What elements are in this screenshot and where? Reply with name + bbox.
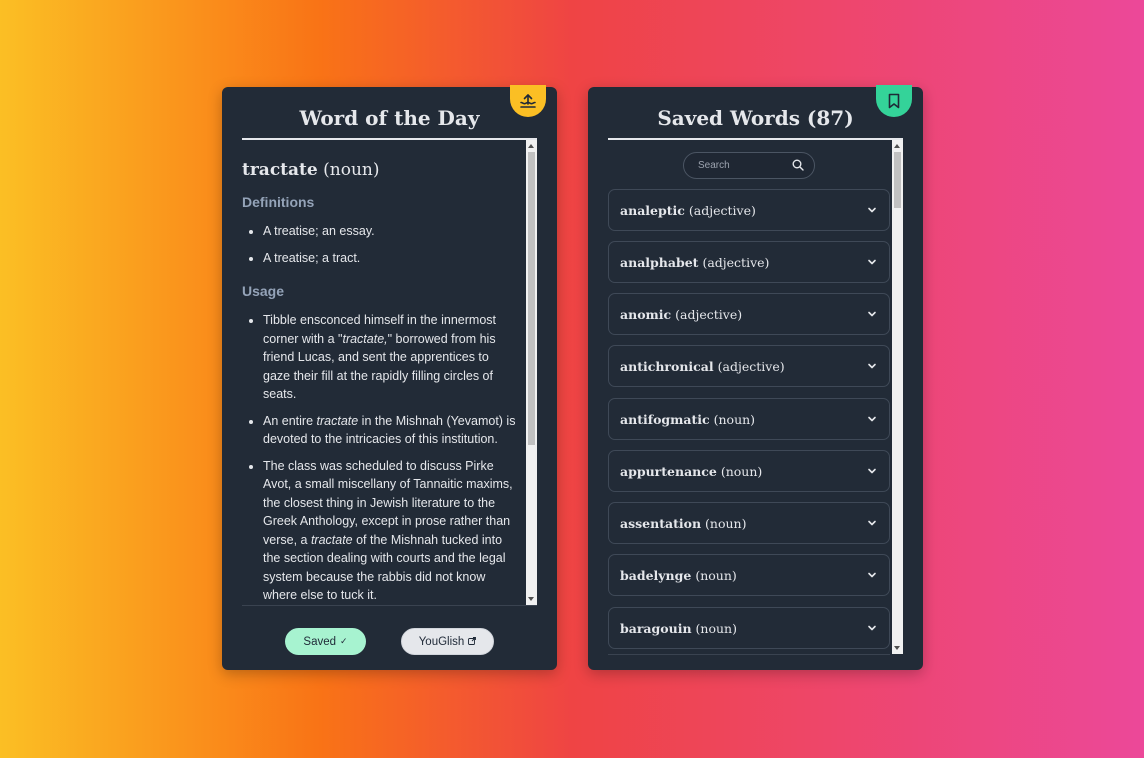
saved-word-item[interactable]: assentation (noun) — [608, 502, 890, 544]
saved-word-item[interactable]: baragouin (noun) — [608, 607, 890, 649]
usage-item: Tibble ensconced himself in the innermos… — [263, 311, 517, 404]
definitions-heading: Definitions — [242, 194, 315, 210]
saved-word-pos: (noun) — [713, 411, 756, 427]
external-link-icon — [468, 636, 477, 648]
usage-item: The class was scheduled to discuss Pirke… — [263, 457, 517, 605]
chevron-down-icon[interactable] — [867, 257, 877, 267]
saved-word-pos: (noun) — [720, 463, 763, 479]
scroll-thumb[interactable] — [528, 152, 535, 445]
definition-item: A treatise; an essay. — [263, 222, 517, 241]
saved-word-item[interactable]: analeptic (adjective) — [608, 189, 890, 231]
chevron-down-icon[interactable] — [867, 361, 877, 371]
saved-word-item[interactable]: antichronical (adjective) — [608, 345, 890, 387]
saved-word: antifogmatic — [620, 411, 710, 427]
saved-word-pos: (noun) — [705, 515, 747, 531]
list-divider — [608, 654, 890, 655]
scroll-up-arrow[interactable] — [528, 144, 534, 148]
saved-word-item[interactable]: analphabet (adjective) — [608, 241, 890, 283]
saved-word-pos: (noun) — [695, 567, 737, 583]
saved-word-pos: (adjective) — [688, 202, 756, 218]
usage-emphasis: tractate — [310, 532, 353, 547]
youglish-button[interactable]: YouGlish — [401, 628, 494, 655]
usage-text: An entire — [263, 413, 317, 428]
usage-heading: Usage — [242, 283, 285, 299]
saved-word: anomic — [620, 306, 672, 322]
card-title: Word of the Day — [242, 104, 537, 140]
chevron-down-icon[interactable] — [867, 205, 877, 215]
chevron-down-icon[interactable] — [867, 309, 877, 319]
chevron-down-icon[interactable] — [867, 570, 877, 580]
saved-button[interactable]: Saved ✓ — [285, 628, 366, 655]
word-detail-scroll[interactable]: tractate (noun) Definitions A treatise; … — [242, 140, 537, 606]
scroll-down-arrow[interactable] — [528, 597, 534, 601]
saved-word-item[interactable]: anomic (adjective) — [608, 293, 890, 335]
scrollbar[interactable] — [892, 140, 903, 654]
saved-word: antichronical — [620, 358, 714, 374]
word-pos: (noun) — [323, 160, 380, 180]
saved-label: Saved — [303, 635, 337, 648]
word-text: tractate — [242, 160, 318, 180]
scroll-up-arrow[interactable] — [894, 144, 900, 148]
saved-words-card: Saved Words (87) analeptic (adjective) a… — [588, 85, 923, 670]
check-icon: ✓ — [340, 636, 348, 646]
definition-item: A treatise; a tract. — [263, 249, 517, 268]
card-title: Saved Words (87) — [608, 104, 903, 140]
usage-item: An entire tractate in the Mishnah (Yevam… — [263, 412, 517, 449]
saved-words-list[interactable]: analeptic (adjective) analphabet (adject… — [608, 140, 903, 655]
usage-list: Tibble ensconced himself in the innermos… — [242, 311, 517, 605]
scrollbar[interactable] — [526, 140, 537, 605]
saved-word: baragouin — [620, 620, 692, 636]
saved-word: analeptic — [620, 202, 685, 218]
chevron-down-icon[interactable] — [867, 518, 877, 528]
scroll-down-arrow[interactable] — [894, 646, 900, 650]
search-icon[interactable] — [792, 159, 804, 171]
chevron-down-icon[interactable] — [867, 466, 877, 476]
saved-word-pos: (noun) — [695, 620, 737, 636]
saved-word: analphabet — [620, 254, 699, 270]
saved-word: assentation — [620, 515, 702, 531]
saved-word-pos: (adjective) — [702, 254, 770, 270]
saved-word-pos: (adjective) — [717, 358, 785, 374]
saved-word-item[interactable]: badelynge (noun) — [608, 554, 890, 596]
action-buttons: Saved ✓ YouGlish — [222, 628, 557, 655]
saved-word: badelynge — [620, 567, 692, 583]
word-heading: tractate (noun) — [242, 160, 517, 180]
scroll-thumb[interactable] — [894, 152, 901, 208]
word-of-day-card: Word of the Day tractate (noun) Definiti… — [222, 85, 557, 670]
youglish-label: YouGlish — [418, 635, 465, 648]
definitions-list: A treatise; an essay. A treatise; a trac… — [242, 222, 517, 267]
usage-emphasis: tractate — [316, 413, 359, 428]
search-box[interactable] — [683, 152, 815, 179]
search-input[interactable] — [698, 160, 788, 171]
saved-word: appurtenance — [620, 463, 717, 479]
saved-word-item[interactable]: antifogmatic (noun) — [608, 398, 890, 440]
chevron-down-icon[interactable] — [867, 623, 877, 633]
usage-emphasis: tractate, — [342, 331, 388, 346]
saved-word-item[interactable]: appurtenance (noun) — [608, 450, 890, 492]
saved-word-pos: (adjective) — [675, 306, 743, 322]
chevron-down-icon[interactable] — [867, 414, 877, 424]
